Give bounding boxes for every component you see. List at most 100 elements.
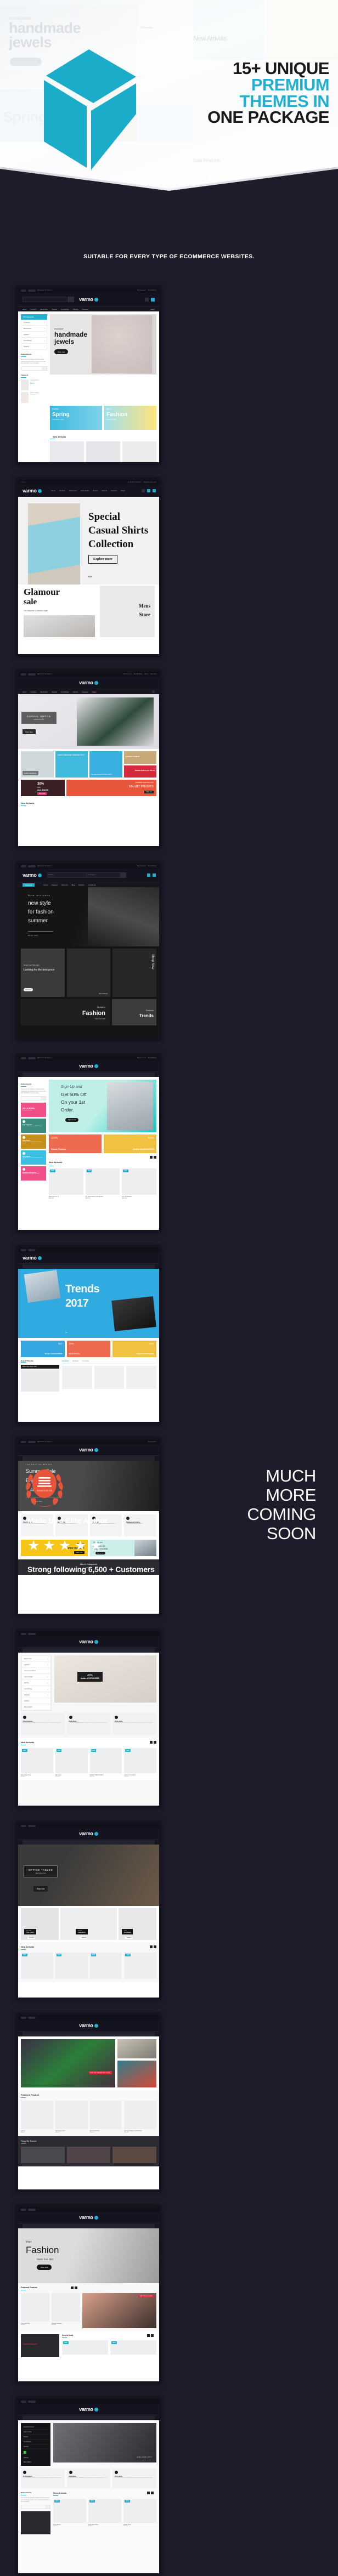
nav-item[interactable]: Portfolio xyxy=(78,884,84,886)
cart-icon[interactable] xyxy=(147,873,150,877)
nav-item[interactable]: Home xyxy=(22,308,26,310)
tile[interactable]: Latest Swimwear collection 2017 xyxy=(55,751,88,778)
tile[interactable]: Men Products xyxy=(66,949,111,997)
nav-item[interactable]: Features xyxy=(82,308,88,310)
promo-banner[interactable]: MATTE FASHION 2017 xyxy=(82,2293,156,2328)
hero-slider[interactable]: CASUAL SHOES www.varmo.com Shop Now xyxy=(18,694,159,749)
social-icons[interactable]: f t g in xyxy=(21,481,26,483)
sidebar-item[interactable]: Variants xyxy=(22,2444,49,2449)
search-icon[interactable] xyxy=(142,489,145,492)
sidebar-item[interactable]: Household Items xyxy=(21,1668,51,1674)
prev-arrow-icon[interactable] xyxy=(147,2492,150,2494)
feature-card[interactable]: Daily Deals luctus dolor sit quam Pellen… xyxy=(66,2469,111,2488)
tile[interactable] xyxy=(117,2039,156,2058)
nav-item[interactable]: About Us xyxy=(61,884,68,886)
next-arrow-icon[interactable] xyxy=(154,1156,156,1159)
hero-slider[interactable]: Your Fashion Starts from $50 Shop now xyxy=(18,2228,159,2283)
topbar-my-wishlist[interactable]: My Wishlist xyxy=(148,290,156,291)
promo-banner-left[interactable]: 30% OFF ALL BAGS Shop Now xyxy=(21,780,65,796)
tab-site-best[interactable]: Site Best xyxy=(72,1360,78,1362)
cart-icon[interactable] xyxy=(147,489,150,492)
sidebar-item[interactable]: Apparel › xyxy=(21,1662,51,1668)
topbar-my-account[interactable]: My Account xyxy=(148,1441,156,1443)
slider-dots-icon[interactable]: •• xyxy=(65,1331,67,1335)
sidebar-feature[interactable]: Free Coupons $5 off on all items you spe… xyxy=(21,1118,46,1133)
account-icon[interactable] xyxy=(151,297,155,302)
promo-banner[interactable]: 40% Mobile ACCESSORIES xyxy=(112,1341,157,1357)
search-input[interactable] xyxy=(22,1840,155,1845)
feature-card[interactable]: Daily Deals luctus dolor sit quam Pellen… xyxy=(66,1713,111,1734)
nav-item[interactable]: Features xyxy=(111,490,117,492)
promo-banner-right[interactable]: Men's Fashion Starts from $50 xyxy=(104,405,156,430)
search-icon[interactable] xyxy=(120,872,126,878)
nav-item[interactable]: Electronics xyxy=(41,691,48,693)
sidebar-item[interactable]: Electronics › xyxy=(21,1656,51,1662)
hero-slider[interactable]: Sign Up and Get 50% Off On your 1st Orde… xyxy=(49,1080,156,1132)
signup-button[interactable]: Sign up now xyxy=(65,1118,79,1122)
sidebar-item[interactable]: Furniture › xyxy=(21,320,47,326)
search-input[interactable] xyxy=(22,1072,155,1077)
categories-button[interactable]: Categories xyxy=(22,883,35,887)
sidebar-item[interactable]: Jackets xyxy=(22,2455,49,2460)
search-input[interactable] xyxy=(22,1648,155,1653)
sidebar-item[interactable]: Decors › xyxy=(21,1680,51,1686)
cart-icon[interactable] xyxy=(145,297,149,302)
theme-card[interactable]: varmo Household items Automobiles Decors… xyxy=(15,2396,162,2576)
tab-top-seller[interactable]: Top Seller xyxy=(82,1360,89,1362)
sidebar-item[interactable]: Household items xyxy=(22,2425,49,2430)
sidebar-feature[interactable]: Price alerts Get field alerts when your … xyxy=(21,1150,46,1165)
account-icon[interactable] xyxy=(153,489,156,492)
topbar-my-wishlist[interactable]: My Wishlist xyxy=(148,865,156,867)
promo-banner-2[interactable]: VOGUE FASHION 2017 xyxy=(21,2334,59,2357)
theme-card[interactable]: Welcome To Varmo ! My Account My Wishlis… xyxy=(15,285,162,465)
nav-item[interactable]: Automobiles xyxy=(81,490,89,492)
nav-item[interactable]: Variants xyxy=(72,691,78,693)
tile[interactable]: amazing collection Shop now xyxy=(60,1908,117,1940)
promo-banner[interactable]: 20% Smart Phones xyxy=(66,1341,111,1357)
tile-button[interactable]: Discover xyxy=(24,988,33,991)
tab-featured[interactable]: Featured xyxy=(62,1360,69,1362)
sidebar-feature[interactable]: Replace and returns Item(s) replace and … xyxy=(21,1166,46,1181)
tile[interactable]: ethnic furniture Discover xyxy=(119,1908,156,1940)
nav-item[interactable]: Blog xyxy=(72,884,75,886)
promo-button[interactable]: Shop Now xyxy=(37,792,47,795)
promo-banner[interactable]: 20% Smart Phones xyxy=(49,1134,102,1153)
promo-banner[interactable]: $10 Mobile ACCESSORIES xyxy=(21,1341,65,1357)
theme-card[interactable]: varmo Electronics › Apparel › Household It… xyxy=(15,1629,162,1808)
next-arrow-icon[interactable] xyxy=(154,1945,156,1948)
search-icon[interactable] xyxy=(152,690,155,693)
promo-button[interactable]: Shop now xyxy=(144,791,154,793)
sidebar-item[interactable]: Best Sellers xyxy=(22,2460,49,2464)
hero-slider[interactable]: OFFICE TABLES www.varmo.com Shop now xyxy=(18,1845,159,1906)
tile-button[interactable]: Shop now xyxy=(27,1937,35,1939)
search-input[interactable] xyxy=(22,2223,155,2228)
nav-item[interactable]: Features xyxy=(82,691,88,693)
tile[interactable]: The ultimate tool for every watch xyxy=(89,751,122,778)
nav-item-pages[interactable]: Pages xyxy=(150,308,155,310)
nav-item[interactable]: Furniture xyxy=(30,691,36,693)
topbar-my-cart[interactable]: My Cart xyxy=(151,673,156,675)
theme-card[interactable]: varmo Your Fashion Starts from $50 Shop … xyxy=(15,2204,162,2384)
nav-item[interactable]: Pages xyxy=(92,691,97,693)
hero-slider[interactable]: Trends 2017 •• xyxy=(18,1269,159,1338)
banner-shop-now-button[interactable]: Shop now xyxy=(28,934,38,937)
tile[interactable]: CUSTOM T-SHIRTS xyxy=(123,751,156,764)
sidebar-item[interactable]: Furnishings › xyxy=(21,1686,51,1692)
tile[interactable]: WOMEN SHOES upto 50% off xyxy=(123,765,156,778)
promo-banner[interactable]: Hipster's Fashion Starts from $50 xyxy=(21,999,110,1025)
subscribe-input[interactable] xyxy=(21,2504,50,2509)
theme-card[interactable]: varmo OFFICE TABLES www.varmo.com Shop n… xyxy=(15,1820,162,2000)
nav-item[interactable]: Home xyxy=(22,691,26,693)
topbar-my-account[interactable]: My Account xyxy=(137,865,145,867)
nav-item[interactable]: Features xyxy=(52,884,58,886)
banner-shop-now-button[interactable]: Shop now xyxy=(54,349,69,354)
hero-slider[interactable]: 40% Mobile ACCESSORIES xyxy=(54,1655,156,1703)
nav-item[interactable]: Electronics xyxy=(41,308,48,310)
feature-card[interactable]: Price alerts luctus dolor sit quam Pelle… xyxy=(112,1713,157,1734)
subscribe-input[interactable] xyxy=(21,366,47,371)
nav-item[interactable]: Home xyxy=(44,884,48,886)
promo-banner-left[interactable]: Fashion Spring Trend 2016 - 2017 xyxy=(50,405,102,430)
topbar-my-wishlist[interactable]: My Wishlist xyxy=(134,673,142,675)
hero-slider[interactable]: FUR LOOK 2017 xyxy=(53,2423,156,2462)
hero-slider[interactable]: exclusive handmade jewels Shop now xyxy=(50,314,156,375)
